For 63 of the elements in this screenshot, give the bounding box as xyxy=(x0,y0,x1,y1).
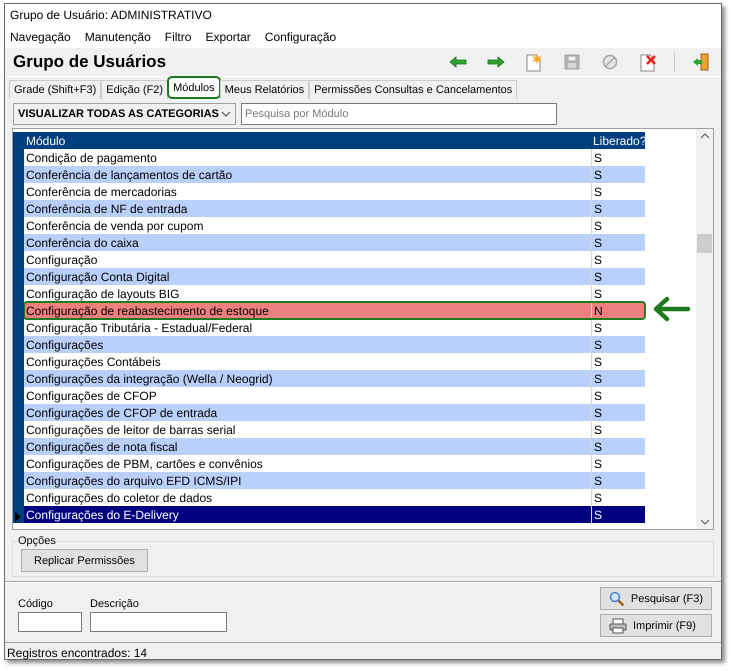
menu-item[interactable]: Exportar xyxy=(205,30,251,44)
module-cell-text: Configuração xyxy=(25,252,98,266)
left-arrow-icon xyxy=(449,56,467,68)
module-cell-text: Configuração Tributária - Estadual/Federal xyxy=(25,320,254,334)
column-header[interactable]: Módulo xyxy=(24,134,591,148)
released-cell: N xyxy=(591,302,645,319)
magnifier-icon xyxy=(609,590,625,606)
replicate-permissions-button[interactable]: Replicar Permissões xyxy=(21,549,148,572)
module-cell-text: Configurações xyxy=(25,338,104,352)
window-title: Grupo de Usuário: ADMINISTRATIVO xyxy=(10,8,212,22)
scrollbar[interactable] xyxy=(696,129,713,529)
field-label: Descrição xyxy=(90,598,140,610)
menu-item[interactable]: Manutenção xyxy=(84,30,151,44)
status-text: Registros encontrados: 14 xyxy=(6,645,148,662)
menu-item[interactable]: Configuração xyxy=(264,30,336,44)
module-cell-text: Condição de pagamento xyxy=(25,150,158,164)
form-title: Grupo de Usuários xyxy=(13,52,168,72)
module-cell-text: Conferência de mercadorias xyxy=(25,184,178,198)
module-search-field[interactable]: Pesquisa por Módulo xyxy=(241,103,557,125)
module-cell-text: Configurações de CFOP de entrada xyxy=(25,406,218,420)
module-cell-text: Configurações de nota fiscal xyxy=(25,440,178,454)
scroll-down-icon[interactable] xyxy=(701,519,709,525)
field-label: Código xyxy=(18,598,54,610)
module-cell-text: Configurações do arquivo EFD ICMS/IPI xyxy=(25,474,242,488)
prohibited-icon xyxy=(602,54,618,70)
module-cell-text: Configurações da integração (Wella / Neogrid) xyxy=(25,372,274,386)
module-cell-text: Configuração Conta Digital xyxy=(25,270,170,284)
group-title: Opções xyxy=(18,535,56,547)
chevron-down-icon xyxy=(221,111,231,117)
exit-door-icon xyxy=(692,53,710,71)
tab[interactable]: Meus Relatórios xyxy=(220,80,310,99)
module-cell-text: Configuração de reabastecimento de estoque xyxy=(25,304,270,318)
module-cell-text: Configuração de layouts BIG xyxy=(25,286,180,300)
module-cell-text: Configurações do E-Delivery xyxy=(25,508,180,522)
module-cell-text: Configurações de leitor de barras serial xyxy=(25,422,236,436)
module-cell-text: Conferência de lançamentos de cartão xyxy=(25,168,234,182)
callout-arrow-icon xyxy=(653,296,691,322)
tab[interactable]: Permissões Consultas e Cancelamentos xyxy=(309,80,518,99)
module-cell-text: Configurações Contábeis xyxy=(25,354,162,368)
delete-document-icon xyxy=(639,52,657,72)
module-cell-text: Conferência do caixa xyxy=(25,236,140,250)
right-arrow-icon xyxy=(487,56,505,68)
module-cell-text: Configurações de CFOP xyxy=(25,388,158,402)
module-cell-text: Conferência de NF de entrada xyxy=(25,202,188,216)
new-document-icon xyxy=(525,52,543,72)
tab[interactable]: Grade (Shift+F3) xyxy=(9,80,102,99)
module-cell-text: Conferência de venda por cupom xyxy=(25,218,204,232)
search-button[interactable]: Pesquisar (F3) xyxy=(600,587,712,610)
menu-item[interactable]: Filtro xyxy=(164,30,192,44)
tab[interactable]: Edição (F2) xyxy=(101,80,168,99)
scroll-thumb[interactable] xyxy=(697,234,712,253)
menu-item[interactable]: Navegação xyxy=(10,30,71,44)
category-dropdown[interactable]: VISUALIZAR TODAS AS CATEGORIAS xyxy=(13,103,236,125)
released-cell: S xyxy=(591,506,645,523)
printer-icon xyxy=(609,618,627,634)
tab[interactable]: Módulos xyxy=(168,77,220,98)
print-button[interactable]: Imprimir (F9) xyxy=(600,614,712,637)
input-field[interactable] xyxy=(18,612,82,632)
module-cell-text: Configurações do coletor de dados xyxy=(25,490,214,504)
module-cell-text: Configurações de PBM, cartões e convênios xyxy=(25,456,264,470)
column-header[interactable]: Liberado? xyxy=(591,134,646,148)
input-field[interactable] xyxy=(90,612,227,632)
scroll-up-icon[interactable] xyxy=(701,133,709,139)
